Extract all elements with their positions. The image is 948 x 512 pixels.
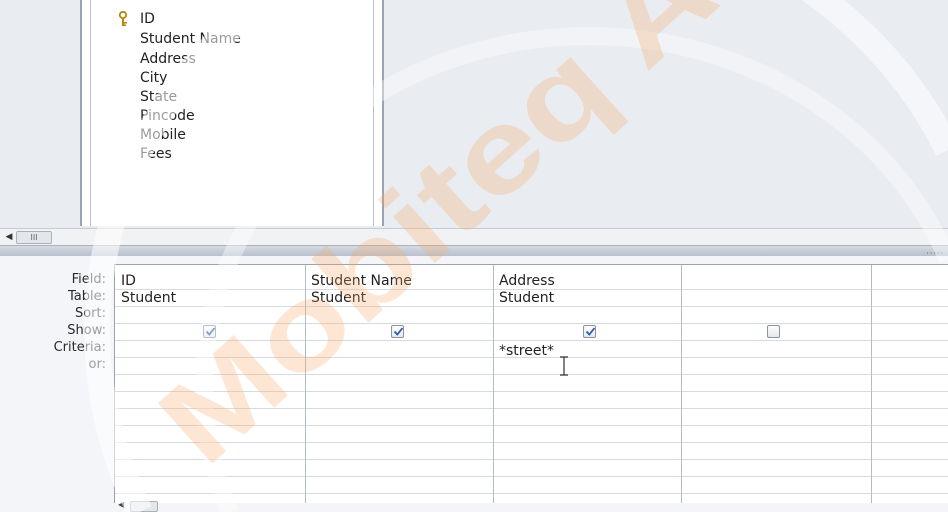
grid-column-empty[interactable] — [681, 265, 872, 503]
criteria-cell[interactable]: *street* — [499, 342, 554, 360]
show-checkbox[interactable] — [583, 325, 596, 338]
field-name: Address — [140, 51, 196, 67]
checkmark-icon — [393, 327, 404, 336]
row-label-show: Show: — [67, 323, 106, 338]
field-cell[interactable]: ID — [121, 272, 136, 290]
row-label-criteria: Criteria: — [53, 340, 106, 355]
field-list-item[interactable]: State — [140, 88, 177, 107]
student-field-list: ID Student Name Address City State Pinco… — [80, 0, 384, 226]
scroll-left-arrow-icon[interactable]: ◀ — [118, 500, 124, 509]
field-name: Fees — [140, 146, 172, 162]
row-label-or: or: — [88, 357, 106, 372]
grid-column-id[interactable]: ID Student — [115, 265, 306, 503]
query-design-grid-area: Field: Table: Sort: Show: Criteria: or: … — [0, 256, 948, 512]
upper-horizontal-scrollbar[interactable]: ◀ III — [0, 228, 948, 245]
field-list-item[interactable]: Address — [140, 50, 196, 69]
table-pane: ID Student Name Address City State Pinco… — [0, 0, 948, 228]
show-checkbox[interactable] — [203, 325, 216, 338]
field-name: Student Name — [140, 31, 241, 47]
table-cell[interactable]: Student — [499, 289, 554, 307]
scroll-left-arrow-icon[interactable]: ◀ — [4, 231, 14, 243]
grid-column-student-name[interactable]: Student Name Student — [305, 265, 494, 503]
show-checkbox[interactable] — [391, 325, 404, 338]
row-label-sort: Sort: — [74, 306, 106, 321]
key-icon — [118, 11, 128, 26]
field-list-item[interactable]: Fees — [140, 145, 172, 164]
scroll-thumb[interactable]: III — [16, 231, 52, 244]
field-name: Pincode — [140, 108, 195, 124]
design-grid: ID Student Student Name Student Address … — [114, 264, 948, 503]
grid-column-partial[interactable] — [871, 265, 948, 503]
field-cell[interactable]: Student Name — [311, 272, 412, 290]
grid-horizontal-scrollbar[interactable]: ◀ — [114, 500, 174, 512]
field-list-item[interactable]: Pincode — [140, 107, 195, 126]
field-list-item[interactable]: Mobile — [140, 126, 186, 145]
checkmark-icon — [205, 327, 216, 336]
checkmark-icon — [585, 327, 596, 336]
grid-column-address[interactable]: Address Student *street* — [493, 265, 682, 503]
scroll-thumb[interactable] — [130, 501, 158, 512]
row-labels: Field: Table: Sort: Show: Criteria: or: — [0, 256, 114, 512]
text-cursor-icon — [560, 356, 568, 376]
show-checkbox[interactable] — [767, 325, 780, 338]
row-label-table: Table: — [68, 289, 106, 304]
field-name: Mobile — [140, 127, 186, 143]
field-name: State — [140, 89, 178, 105]
field-list-item[interactable]: Student Name — [140, 30, 241, 49]
field-list-item[interactable]: City — [140, 69, 167, 88]
field-cell[interactable]: Address — [499, 272, 555, 290]
row-label-field: Field: — [71, 272, 106, 287]
table-cell[interactable]: Student — [311, 289, 366, 307]
field-list-item[interactable]: ID — [118, 10, 155, 29]
table-cell[interactable]: Student — [121, 289, 176, 307]
field-name: ID — [140, 11, 155, 27]
field-name: City — [140, 70, 168, 86]
